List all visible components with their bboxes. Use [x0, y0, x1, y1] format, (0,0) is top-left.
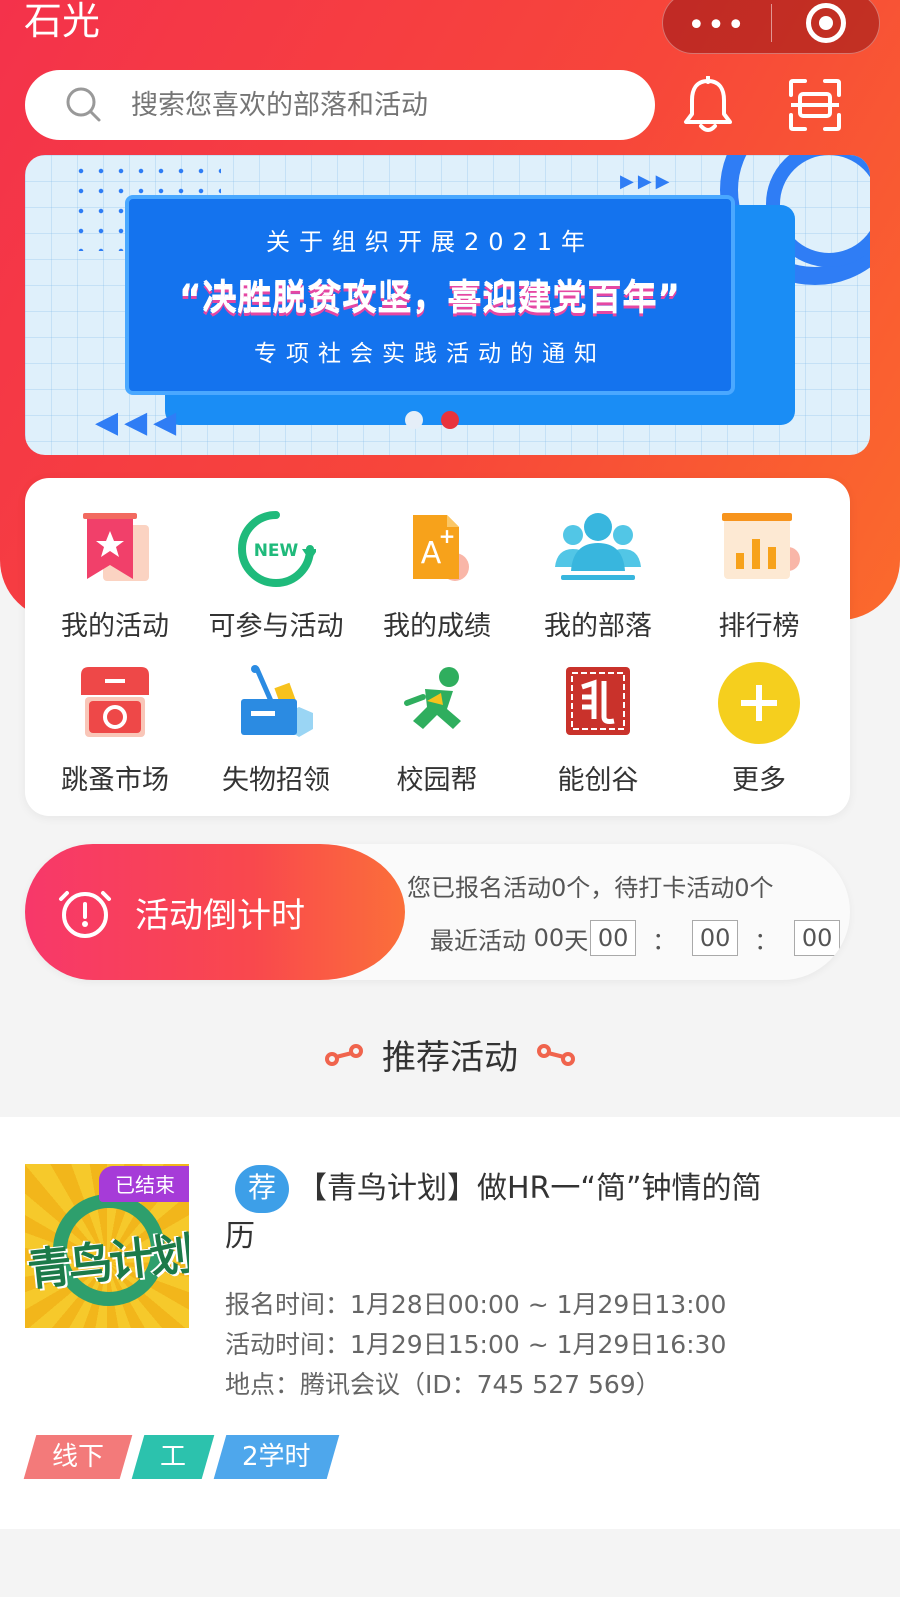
- bookmark-star-icon: [70, 504, 160, 594]
- feature-menu: 我的活动 NEW 可参与活动 A + 我的成绩 我的部落 排行榜 跳蚤市场 失物…: [25, 478, 850, 816]
- svg-text:NEW: NEW: [254, 541, 299, 561]
- link-decoration-icon: [537, 1043, 575, 1066]
- menu-item-my-tribe[interactable]: 我的部落: [513, 504, 683, 643]
- market-stall-icon: [70, 658, 160, 748]
- menu-label: 更多: [732, 765, 786, 796]
- banner-headline: “决胜脱贫攻坚，喜迎建党百年”: [179, 279, 681, 319]
- menu-label: 失物招领: [222, 765, 330, 796]
- svg-text:+: +: [439, 524, 456, 548]
- thumbnail-title: 青鸟计划: [25, 1228, 189, 1297]
- close-program-button[interactable]: [772, 3, 879, 43]
- menu-item-innovation-valley[interactable]: 能创谷: [513, 658, 683, 797]
- banner-line-3: 专项社会实践活动的通知: [254, 341, 606, 367]
- tag-hours: 2学时: [213, 1435, 339, 1479]
- activity-countdown[interactable]: 活动倒计时 您已报名活动0个，待打卡活动0个 最近活动 00 天 00 ： 00 …: [25, 844, 850, 980]
- minutes-box: 00: [692, 920, 739, 956]
- menu-label: 校园帮: [396, 765, 478, 796]
- signup-time: 报名时间：1月28日00:00 ~ 1月29日13:00: [225, 1290, 727, 1319]
- banner-line-1: 关于组织开展2021年: [265, 228, 595, 256]
- activity-card[interactable]: 青鸟计划 已结束 【青鸟计划】做HR一“简”钟情的简历 荐 报名时间：1月28日…: [0, 1117, 900, 1529]
- activity-title[interactable]: 【青鸟计划】做HR一“简”钟情的简历: [225, 1165, 785, 1261]
- bar-chart-icon: [714, 504, 804, 594]
- tag-label: 2学时: [242, 1442, 311, 1472]
- menu-label: 我的成绩: [383, 611, 491, 642]
- bell-icon: [684, 76, 732, 132]
- location: 地点：腾讯会议（ID：745 527 569）: [225, 1370, 661, 1399]
- app-title: 石光: [24, 0, 101, 43]
- seal-icon: [553, 658, 643, 748]
- search-bar[interactable]: [25, 70, 655, 140]
- menu-item-flea-market[interactable]: 跳蚤市场: [30, 658, 200, 797]
- tag-offline: 线下: [23, 1435, 133, 1479]
- menu-item-campus-help[interactable]: 校园帮: [352, 658, 522, 797]
- group-people-icon: [553, 504, 643, 594]
- countdown-info: 您已报名活动0个，待打卡活动0个: [407, 874, 774, 902]
- menu-label: 我的活动: [61, 611, 169, 642]
- activity-tags: 线下 工 2学时: [23, 1435, 339, 1479]
- activity-thumbnail[interactable]: 青鸟计划 已结束: [25, 1164, 189, 1328]
- banner-arrows-right: ▶▶▶: [620, 171, 674, 192]
- countdown-label: 活动倒计时: [135, 895, 305, 936]
- menu-item-lost-and-found[interactable]: 失物招领: [191, 658, 361, 797]
- search-icon: [66, 87, 101, 122]
- banner-panel: 关于组织开展2021年 “决胜脱贫攻坚，喜迎建党百年” 专项社会实践活动的通知: [125, 195, 735, 395]
- runner-icon: [392, 658, 482, 748]
- section-header: 推荐活动: [0, 1030, 900, 1079]
- menu-label: 可参与活动: [208, 611, 344, 642]
- section-title: 推荐活动: [382, 1038, 518, 1078]
- grade-a-plus-icon: A +: [392, 504, 482, 594]
- menu-label: 我的部落: [544, 611, 652, 642]
- menu-label: 能创谷: [557, 765, 639, 796]
- banner-arrows-left: ◀◀◀: [95, 405, 183, 440]
- target-icon: [805, 3, 846, 43]
- recent-activity-label: 最近活动: [430, 926, 526, 955]
- scan-icon: [789, 79, 841, 131]
- menu-label: 排行榜: [718, 611, 800, 642]
- countdown-header: 活动倒计时: [25, 844, 405, 980]
- tag-label: 工: [160, 1442, 187, 1472]
- menu-label: 跳蚤市场: [61, 765, 169, 796]
- seconds-box: 00: [794, 920, 841, 956]
- pager-dot[interactable]: [405, 411, 423, 429]
- more-options-button[interactable]: •••: [663, 4, 771, 43]
- countdown-timer: 最近活动 00 天 00 ： 00 ： 00: [430, 920, 842, 956]
- menu-item-more[interactable]: 更多: [674, 658, 844, 797]
- search-input[interactable]: [131, 89, 611, 121]
- stopwatch-icon: [59, 891, 111, 938]
- recommended-tag: 荐: [235, 1165, 289, 1213]
- tag-label: 线下: [52, 1442, 105, 1472]
- plus-icon: [714, 658, 804, 748]
- menu-item-leaderboard[interactable]: 排行榜: [674, 504, 844, 643]
- colon: ：: [652, 926, 677, 955]
- menu-item-available-activities[interactable]: NEW 可参与活动: [191, 504, 361, 643]
- promo-banner[interactable]: ▶▶▶ 关于组织开展2021年 “决胜脱贫攻坚，喜迎建党百年” 专项社会实践活动…: [25, 155, 870, 455]
- colon: ：: [754, 926, 779, 955]
- event-time: 活动时间：1月29日15:00 ~ 1月29日16:30: [225, 1330, 727, 1359]
- pager-dot-active[interactable]: [441, 411, 459, 429]
- hours-box: 00: [590, 920, 637, 956]
- days-unit: 天: [564, 926, 589, 955]
- new-refresh-icon: NEW: [231, 504, 321, 594]
- lost-box-icon: [231, 658, 321, 748]
- mini-program-capsule: •••: [662, 0, 880, 54]
- status-badge: 已结束: [99, 1166, 189, 1202]
- banner-pager: [405, 411, 459, 429]
- menu-item-my-grades[interactable]: A + 我的成绩: [352, 504, 522, 643]
- activity-meta: 报名时间：1月28日00:00 ~ 1月29日13:00 活动时间：1月29日1…: [225, 1285, 726, 1405]
- tag-category: 工: [131, 1435, 215, 1479]
- days-value: 00: [533, 924, 565, 952]
- notification-button[interactable]: [668, 70, 748, 140]
- link-decoration-icon: [325, 1043, 363, 1066]
- scan-button[interactable]: [775, 70, 855, 140]
- menu-item-my-activities[interactable]: 我的活动: [30, 504, 200, 643]
